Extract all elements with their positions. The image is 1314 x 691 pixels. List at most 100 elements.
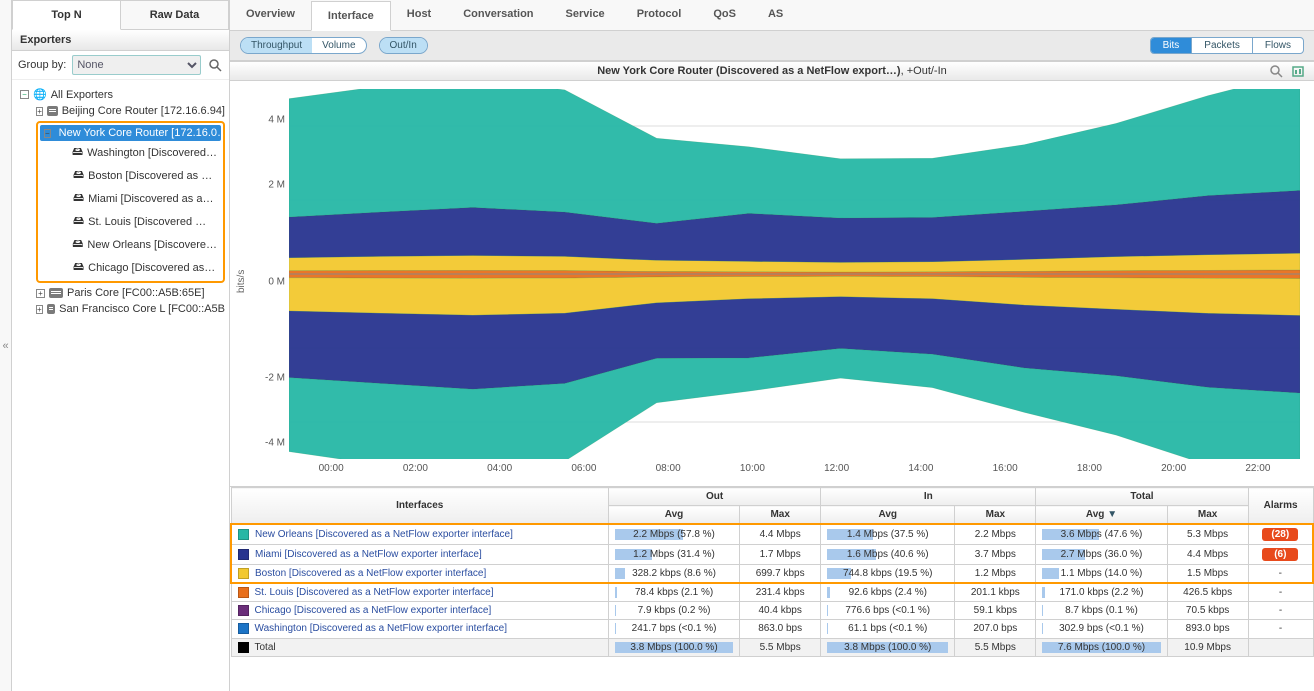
- table-row[interactable]: Washington [Discovered as a NetFlow expo…: [231, 620, 1313, 638]
- top-tab-service[interactable]: Service: [550, 0, 621, 30]
- x-tick: 08:00: [626, 463, 710, 474]
- col-total-max[interactable]: Max: [1167, 506, 1248, 525]
- table-row-total: Total3.8 Mbps (100.0 %)5.5 Mbps3.8 Mbps …: [231, 638, 1313, 656]
- export-icon[interactable]: [1290, 63, 1306, 79]
- tree-root[interactable]: −🌐All Exporters: [16, 86, 229, 103]
- col-group-in: In: [821, 488, 1036, 506]
- x-tick: 02:00: [373, 463, 457, 474]
- seg-bits[interactable]: Bits: [1151, 38, 1192, 53]
- x-tick: 00:00: [289, 463, 373, 474]
- chart-area: bits/s 4 M2 M0 M-2 M-4 M 00:0002:0004:00…: [230, 81, 1314, 474]
- x-tick: 04:00: [458, 463, 542, 474]
- alarm-cell[interactable]: (28): [1248, 524, 1313, 545]
- chart-titlebar: New York Core Router (Discovered as a Ne…: [230, 61, 1314, 81]
- top-tab-host[interactable]: Host: [391, 0, 447, 30]
- seg-units: BitsPacketsFlows: [1150, 37, 1304, 54]
- x-tick: 20:00: [1132, 463, 1216, 474]
- groupby-label: Group by:: [18, 59, 66, 71]
- collapse-handle[interactable]: «: [0, 0, 12, 691]
- y-axis: 4 M2 M0 M-2 M-4 M: [249, 89, 289, 474]
- y-tick: -4 M: [265, 438, 285, 449]
- alarm-cell: -: [1248, 583, 1313, 602]
- seg-packets[interactable]: Packets: [1191, 38, 1252, 53]
- seg-volume[interactable]: Volume: [312, 38, 365, 53]
- seg-out-in[interactable]: Out/In: [380, 38, 427, 53]
- exporters-header: Exporters: [12, 30, 229, 51]
- table-scroll[interactable]: Interfaces Out In Total Alarms Avg Max A…: [230, 486, 1314, 657]
- x-tick: 12:00: [795, 463, 879, 474]
- search-icon[interactable]: [207, 57, 223, 73]
- router-icon: [47, 304, 55, 314]
- interface-icon: 🖴: [72, 235, 83, 254]
- col-group-total: Total: [1036, 488, 1248, 506]
- seg-direction: Out/In: [379, 37, 428, 54]
- router-icon: [47, 106, 57, 116]
- area-chart[interactable]: [289, 89, 1300, 459]
- top-tab-as[interactable]: AS: [752, 0, 799, 30]
- left-tab-top-n[interactable]: Top N: [12, 0, 121, 30]
- interface-table: Interfaces Out In Total Alarms Avg Max A…: [230, 487, 1314, 657]
- col-total-avg[interactable]: Avg ▼: [1036, 506, 1167, 525]
- tree-node-interface[interactable]: 🖴Washington [Discovered…: [56, 141, 221, 164]
- alarm-cell[interactable]: (6): [1248, 545, 1313, 565]
- top-tab-conversation[interactable]: Conversation: [447, 0, 549, 30]
- toolbar: ThroughputVolume Out/In BitsPacketsFlows: [230, 31, 1314, 61]
- seg-flows[interactable]: Flows: [1252, 38, 1303, 53]
- x-tick: 10:00: [710, 463, 794, 474]
- table-row[interactable]: New Orleans [Discovered as a NetFlow exp…: [231, 524, 1313, 545]
- interface-link[interactable]: Washington [Discovered as a NetFlow expo…: [255, 624, 508, 635]
- interface-link[interactable]: Boston [Discovered as a NetFlow exporter…: [255, 568, 486, 579]
- interface-icon: 🖴: [73, 189, 84, 208]
- col-out-avg[interactable]: Avg: [608, 506, 739, 525]
- chart-title-suffix: , +Out/-In: [901, 65, 947, 77]
- interface-link[interactable]: New Orleans [Discovered as a NetFlow exp…: [255, 529, 513, 540]
- x-tick: 16:00: [963, 463, 1047, 474]
- y-tick: -2 M: [265, 372, 285, 383]
- col-out-max[interactable]: Max: [740, 506, 821, 525]
- table-row[interactable]: Miami [Discovered as a NetFlow exporter …: [231, 545, 1313, 565]
- left-tabs: Top NRaw Data: [12, 0, 229, 30]
- interface-link[interactable]: Miami [Discovered as a NetFlow exporter …: [255, 549, 482, 560]
- tree-node-interface[interactable]: 🖴Miami [Discovered as a…: [56, 187, 221, 210]
- interface-icon: 🖴: [72, 143, 83, 162]
- left-panel: Top NRaw Data Exporters Group by: None −…: [12, 0, 230, 691]
- zoom-icon[interactable]: [1268, 63, 1284, 79]
- top-tabs: OverviewInterfaceHostConversationService…: [230, 0, 1314, 31]
- app-root: « Top NRaw Data Exporters Group by: None…: [0, 0, 1314, 691]
- groupby-select[interactable]: None: [72, 55, 201, 75]
- interface-link[interactable]: Chicago [Discovered as a NetFlow exporte…: [255, 605, 492, 616]
- tree-node-interface[interactable]: 🖴New Orleans [Discovere…: [56, 233, 221, 256]
- interface-link[interactable]: St. Louis [Discovered as a NetFlow expor…: [255, 587, 494, 598]
- x-tick: 22:00: [1216, 463, 1300, 474]
- y-tick: 4 M: [268, 114, 285, 125]
- col-in-max[interactable]: Max: [955, 506, 1036, 525]
- top-tab-qos[interactable]: QoS: [697, 0, 752, 30]
- col-in-avg[interactable]: Avg: [821, 506, 955, 525]
- top-tab-protocol[interactable]: Protocol: [621, 0, 698, 30]
- table-row[interactable]: Chicago [Discovered as a NetFlow exporte…: [231, 602, 1313, 620]
- top-tab-overview[interactable]: Overview: [230, 0, 311, 30]
- left-tab-raw-data[interactable]: Raw Data: [121, 0, 229, 30]
- table-row[interactable]: Boston [Discovered as a NetFlow exporter…: [231, 565, 1313, 584]
- seg-throughput[interactable]: Throughput: [241, 38, 312, 53]
- tree-node-exporter[interactable]: +Paris Core [FC00::A5B:65E]: [32, 285, 229, 301]
- y-tick: 0 M: [268, 276, 285, 287]
- col-alarms[interactable]: Alarms: [1248, 488, 1313, 525]
- y-axis-label: bits/s: [234, 89, 249, 474]
- tree-node-interface[interactable]: 🖴St. Louis [Discovered …: [56, 210, 221, 233]
- x-tick: 06:00: [542, 463, 626, 474]
- x-axis: 00:0002:0004:0006:0008:0010:0012:0014:00…: [289, 463, 1300, 474]
- top-tab-interface[interactable]: Interface: [311, 1, 391, 31]
- interface-icon: 🖴: [73, 212, 84, 231]
- tree-node-exporter[interactable]: +Beijing Core Router [172.16.6.94]: [32, 103, 229, 119]
- tree-node-exporter[interactable]: +San Francisco Core L [FC00::A5B: [32, 301, 229, 317]
- tree-node-interface[interactable]: 🖴Chicago [Discovered as…: [56, 256, 221, 279]
- router-icon: [49, 288, 63, 298]
- tree-node-exporter[interactable]: −New York Core Router [172.16.0…: [40, 125, 221, 141]
- table-row[interactable]: St. Louis [Discovered as a NetFlow expor…: [231, 583, 1313, 602]
- groupby-row: Group by: None: [12, 51, 229, 80]
- sort-desc-icon: ▼: [1107, 509, 1117, 520]
- interface-icon: 🖴: [73, 166, 84, 185]
- col-interfaces[interactable]: Interfaces: [231, 488, 608, 525]
- tree-node-interface[interactable]: 🖴Boston [Discovered as …: [56, 164, 221, 187]
